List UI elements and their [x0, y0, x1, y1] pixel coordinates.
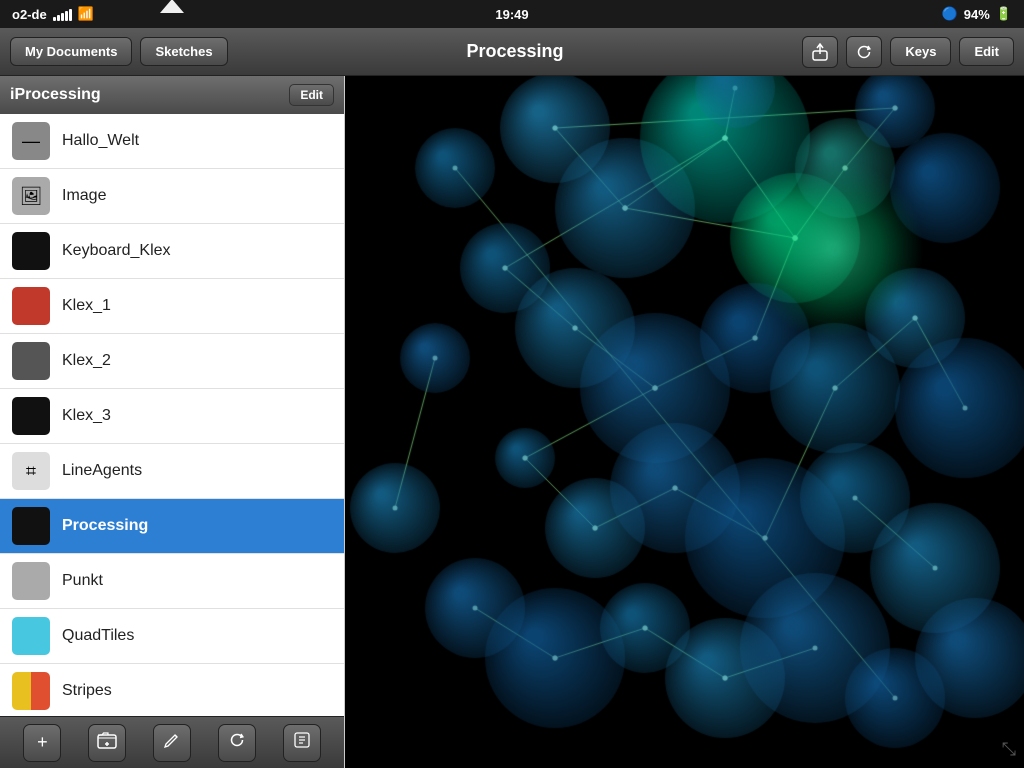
item-label-lineagents: LineAgents [62, 462, 142, 480]
item-label-stripes: Stripes [62, 682, 112, 700]
export-icon [293, 731, 311, 754]
list-item-quadtiles[interactable]: QuadTiles [0, 609, 344, 664]
sidebar-toolbar: + [0, 716, 344, 768]
item-thumb-image: 🖼 [12, 177, 50, 215]
signal-bars [53, 7, 72, 21]
nav-title: Processing [236, 41, 795, 62]
item-thumb-lineagents: ⌗ [12, 452, 50, 490]
my-documents-button[interactable]: My Documents [10, 37, 132, 66]
edit-sketch-button[interactable] [153, 724, 191, 762]
add-folder-button[interactable] [88, 724, 126, 762]
sidebar-list[interactable]: — Hallo_Welt 🖼 Image Keyboard_Klex Klex_1 Klex… [0, 114, 344, 716]
refresh-button[interactable] [846, 36, 882, 68]
item-thumb-stripes [12, 672, 50, 710]
add-button[interactable]: + [23, 724, 61, 762]
item-thumb-quadtiles [12, 617, 50, 655]
canvas-area[interactable]: ⤡ [345, 76, 1024, 768]
refresh-icon [228, 731, 246, 754]
item-thumb-klex_2 [12, 342, 50, 380]
item-label-quadtiles: QuadTiles [62, 627, 134, 645]
item-label-klex_2: Klex_2 [62, 352, 111, 370]
list-item-klex_3[interactable]: Klex_3 [0, 389, 344, 444]
list-item-punkt[interactable]: Punkt [0, 554, 344, 609]
add-folder-icon [97, 731, 117, 754]
wifi-icon: 📶 [78, 6, 94, 22]
sketches-button[interactable]: Sketches [140, 37, 227, 66]
item-thumb-hallo_welt: — [12, 122, 50, 160]
list-item-stripes[interactable]: Stripes [0, 664, 344, 716]
sidebar: iProcessing Edit — Hallo_Welt 🖼 Image Keyboa… [0, 76, 345, 768]
visualization-canvas[interactable] [345, 76, 1024, 768]
list-item-image[interactable]: 🖼 Image [0, 169, 344, 224]
item-thumb-keyboard_klex [12, 232, 50, 270]
list-item-hallo_welt[interactable]: — Hallo_Welt [0, 114, 344, 169]
status-right: 🔵 94% 🔋 [942, 6, 1012, 22]
status-time: 19:49 [495, 7, 528, 22]
add-icon: + [37, 732, 48, 753]
item-label-image: Image [62, 187, 106, 205]
item-label-processing: Processing [62, 517, 148, 535]
list-item-processing[interactable]: Processing [0, 499, 344, 554]
list-item-keyboard_klex[interactable]: Keyboard_Klex [0, 224, 344, 279]
nav-bar: My Documents Sketches Processing Keys Ed… [0, 28, 1024, 76]
sidebar-title: iProcessing [10, 86, 101, 104]
edit-button[interactable]: Edit [959, 37, 1014, 66]
status-left: o2-de 📶 [12, 6, 94, 22]
refresh-sketch-button[interactable] [218, 724, 256, 762]
item-thumb-processing [12, 507, 50, 545]
item-label-punkt: Punkt [62, 572, 103, 590]
sidebar-header: iProcessing Edit [0, 76, 344, 114]
battery-icon: 🔋 [996, 6, 1012, 22]
status-bar: o2-de 📶 19:49 🔵 94% 🔋 [0, 0, 1024, 28]
item-label-klex_3: Klex_3 [62, 407, 111, 425]
bluetooth-icon: 🔵 [942, 6, 958, 22]
item-label-klex_1: Klex_1 [62, 297, 111, 315]
share-button[interactable] [802, 36, 838, 68]
keys-button[interactable]: Keys [890, 37, 951, 66]
main-content: iProcessing Edit — Hallo_Welt 🖼 Image Keyboa… [0, 76, 1024, 768]
item-thumb-klex_3 [12, 397, 50, 435]
item-thumb-klex_1 [12, 287, 50, 325]
corner-expand-icon: ⤡ [1002, 739, 1016, 760]
edit-icon [163, 731, 181, 754]
item-thumb-punkt [12, 562, 50, 600]
list-item-klex_2[interactable]: Klex_2 [0, 334, 344, 389]
popover-arrow [160, 0, 184, 13]
battery-label: 94% [964, 7, 990, 22]
list-item-lineagents[interactable]: ⌗ LineAgents [0, 444, 344, 499]
list-item-klex_1[interactable]: Klex_1 [0, 279, 344, 334]
item-label-keyboard_klex: Keyboard_Klex [62, 242, 171, 260]
export-button[interactable] [283, 724, 321, 762]
sidebar-edit-button[interactable]: Edit [289, 84, 334, 106]
item-label-hallo_welt: Hallo_Welt [62, 132, 139, 150]
carrier-label: o2-de [12, 7, 47, 22]
